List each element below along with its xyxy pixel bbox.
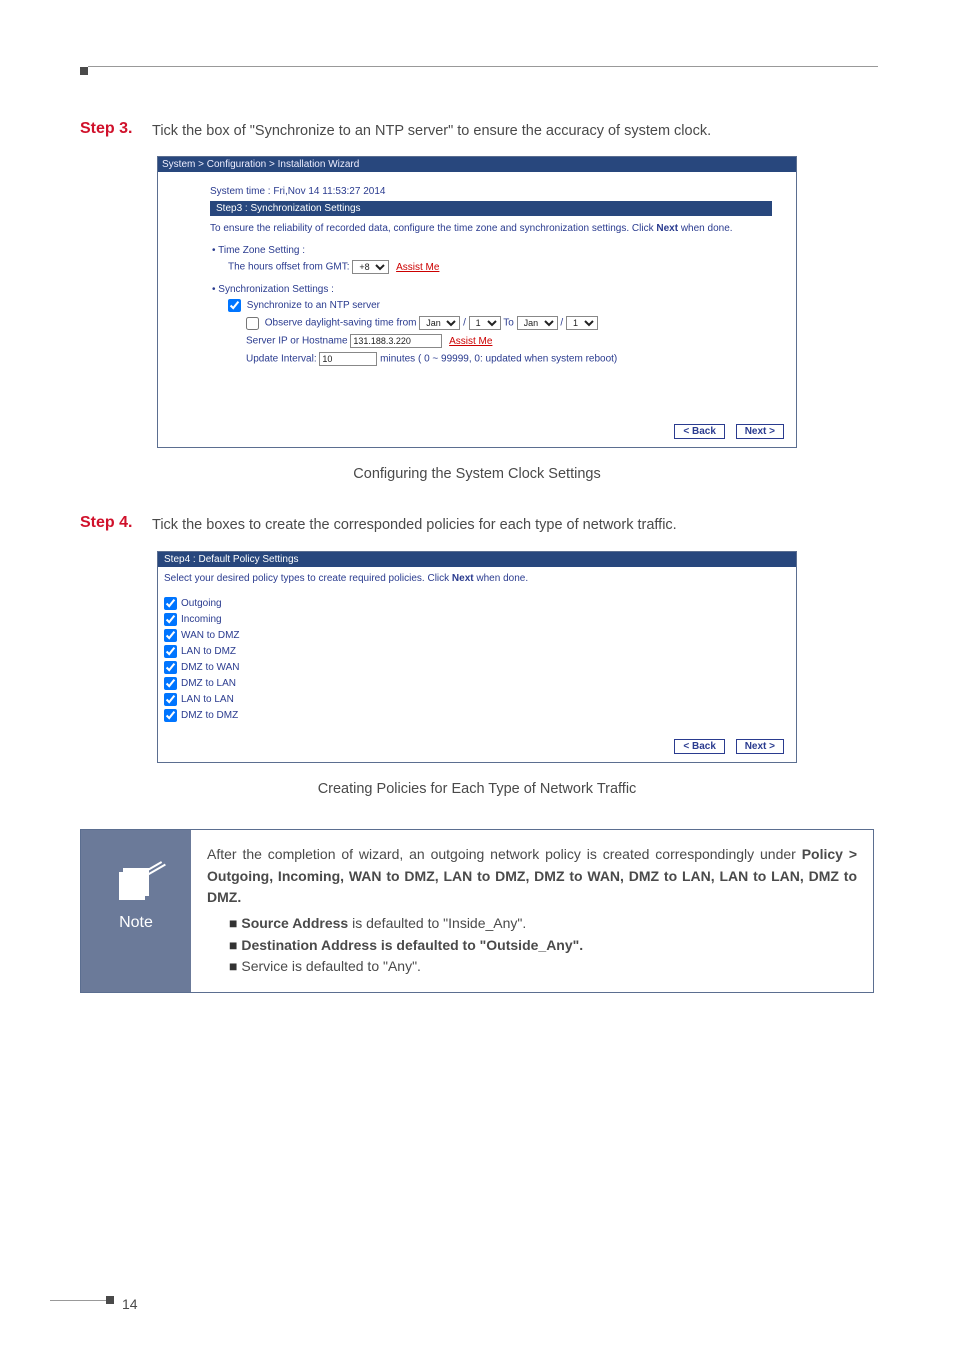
server-input[interactable]	[350, 334, 442, 348]
note-bullet-3: Service is defaulted to "Any".	[229, 956, 857, 978]
timezone-heading: • Time Zone Setting :	[212, 245, 772, 256]
policy-dmz-dmz-checkbox[interactable]	[164, 709, 177, 722]
step-3: Step 3. Tick the box of "Synchronize to …	[80, 120, 874, 142]
caption-1: Configuring the System Clock Settings	[80, 466, 874, 482]
note-label: Note	[81, 914, 191, 932]
back-button[interactable]: < Back	[674, 424, 725, 439]
policy-dmz-dmz: DMZ to DMZ	[164, 709, 790, 722]
step-4-text: Tick the boxes to create the corresponde…	[152, 514, 874, 536]
interval-input[interactable]	[319, 352, 377, 366]
policy-lan-lan-checkbox[interactable]	[164, 693, 177, 706]
next-button-2[interactable]: Next >	[736, 739, 784, 754]
note-box: Note After the completion of wizard, an …	[80, 829, 874, 993]
page-number: 14	[122, 1296, 138, 1312]
policy-wan-dmz: WAN to DMZ	[164, 629, 790, 642]
policy-dmz-wan-checkbox[interactable]	[164, 661, 177, 674]
sync-ntp-row: Synchronize to an NTP server	[228, 299, 772, 312]
dst-checkbox[interactable]	[246, 317, 259, 330]
sync-ntp-checkbox[interactable]	[228, 299, 241, 312]
dst-from-day[interactable]: 1	[469, 316, 501, 330]
dst-to-month[interactable]: Jan	[517, 316, 558, 330]
policy-lan-lan: LAN to LAN	[164, 693, 790, 706]
note-paragraph: After the completion of wizard, an outgo…	[207, 844, 857, 909]
assist-link-tz[interactable]: Assist Me	[396, 262, 439, 273]
step-3-label: Step 3.	[80, 120, 132, 137]
step-4-label: Step 4.	[80, 514, 132, 531]
step-4: Step 4. Tick the boxes to create the cor…	[80, 514, 874, 536]
assist-link-server[interactable]: Assist Me	[449, 336, 492, 347]
step-3-text: Tick the box of "Synchronize to an NTP s…	[152, 120, 874, 142]
policy-outgoing-checkbox[interactable]	[164, 597, 177, 610]
system-time: System time : Fri,Nov 14 11:53:27 2014	[210, 186, 772, 197]
screenshot-step4: Step4 : Default Policy Settings Select y…	[157, 551, 797, 763]
note-bullet-2: Destination Address is defaulted to "Out…	[229, 935, 857, 957]
gmt-offset-row: The hours offset from GMT: +8 Assist Me	[228, 260, 772, 274]
policy-incoming-checkbox[interactable]	[164, 613, 177, 626]
policy-dmz-lan: DMZ to LAN	[164, 677, 790, 690]
policy-incoming: Incoming	[164, 613, 790, 626]
dst-from-month[interactable]: Jan	[419, 316, 460, 330]
top-rule	[80, 62, 880, 70]
breadcrumb: System > Configuration > Installation Wi…	[158, 157, 796, 172]
caption-2: Creating Policies for Each Type of Netwo…	[80, 781, 874, 797]
policy-lan-dmz: LAN to DMZ	[164, 645, 790, 658]
screenshot-step3: System > Configuration > Installation Wi…	[157, 156, 797, 448]
policy-dmz-wan: DMZ to WAN	[164, 661, 790, 674]
gmt-offset-select[interactable]: +8	[352, 260, 389, 274]
dst-to-day[interactable]: 1	[566, 316, 598, 330]
note-bullet-1: Source Address is defaulted to "Inside_A…	[229, 913, 857, 935]
policy-wan-dmz-checkbox[interactable]	[164, 629, 177, 642]
bottom-rule	[50, 1296, 120, 1304]
server-row: Server IP or Hostname Assist Me	[246, 334, 772, 348]
dst-row: Observe daylight-saving time from Jan / …	[246, 316, 772, 330]
step4-section-title: Step4 : Default Policy Settings	[158, 552, 796, 567]
step3-section-title: Step3 : Synchronization Settings	[210, 201, 772, 216]
back-button-2[interactable]: < Back	[674, 739, 725, 754]
interval-row: Update Interval: minutes ( 0 ~ 99999, 0:…	[246, 352, 772, 366]
policy-outgoing: Outgoing	[164, 597, 790, 610]
policy-lan-dmz-checkbox[interactable]	[164, 645, 177, 658]
note-icon	[113, 864, 159, 904]
sync-heading: • Synchronization Settings :	[212, 284, 772, 295]
policy-dmz-lan-checkbox[interactable]	[164, 677, 177, 690]
step3-help: To ensure the reliability of recorded da…	[210, 222, 772, 235]
next-button[interactable]: Next >	[736, 424, 784, 439]
step4-help: Select your desired policy types to crea…	[164, 573, 790, 584]
